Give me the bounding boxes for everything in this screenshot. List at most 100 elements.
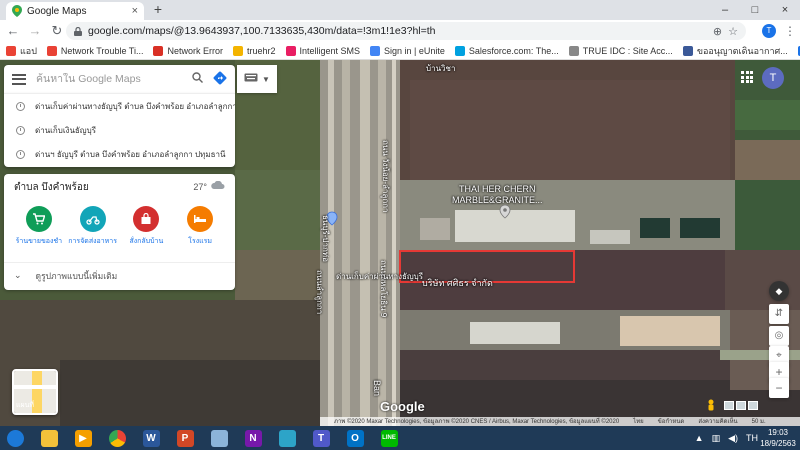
globe-icon[interactable]: ◎ — [769, 326, 789, 346]
bookmark-item[interactable]: truehr2 — [232, 45, 276, 56]
taskbar-app-onenote[interactable]: N — [238, 427, 268, 449]
suggestion-item[interactable]: ด่านฯ ธัญบุรี ตำบล บึงคำพร้อย อำเภอลำลูก… — [4, 142, 235, 166]
media-icon: ▶ — [74, 429, 92, 447]
see-more-button[interactable]: ⌄ ดูรูปภาพแบบนี้เพิ่มเติม — [4, 262, 235, 288]
road-label-ban: Ban — [372, 380, 382, 397]
temperature: 27° — [193, 182, 207, 192]
place-label-thai-her-chern[interactable]: THAI HER CHERN MARBLE&GRANITE... — [452, 184, 543, 206]
history-clock-icon — [16, 149, 25, 159]
suggestion-text: ด่านฯ ธัญบุรี ตำบล บึงคำพร้อย อำเภอลำลูก… — [35, 149, 226, 159]
menu-kebab-icon[interactable]: ⋮ — [784, 22, 796, 40]
taskbar-app-start[interactable] — [0, 427, 30, 449]
map-layers-button[interactable]: ▼ — [237, 65, 277, 93]
google-apps-icon[interactable] — [741, 71, 753, 83]
taskbar-app-teams[interactable]: T — [306, 427, 336, 449]
road-label-top: บ้านวิชา — [426, 64, 456, 73]
compass-icon[interactable]: ◆ — [769, 281, 789, 301]
search-input[interactable] — [36, 73, 182, 85]
bookmark-item[interactable]: Sign in | eUnite — [370, 45, 445, 56]
category-takeout[interactable]: สั่งกลับบ้าน — [122, 206, 170, 262]
category-hotel[interactable]: โรงแรม — [176, 206, 224, 262]
bookmark-label: ขออนุญาตเดินอากาศ... — [696, 45, 788, 56]
cloud-icon — [211, 180, 225, 193]
profile-avatar[interactable]: T — [762, 22, 776, 40]
highlighted-plot-label[interactable]: บริษัท ศศิธร จำกัด — [422, 276, 493, 290]
search-suggestions: ด่านเก็บค่าผ่านทางธัญบุรี ตำบล บึงคำพร้อ… — [4, 93, 235, 167]
bookmark-favicon-icon — [46, 45, 57, 56]
category-label: สั่งกลับบ้าน — [129, 238, 164, 245]
suggestion-item[interactable]: ด่านเก็บค่าผ่านทางธัญบุรี ตำบล บึงคำพร้อ… — [4, 94, 235, 118]
volume-icon[interactable]: ◀) — [728, 433, 738, 444]
close-window-button[interactable]: × — [770, 0, 800, 20]
taskbar-app-line[interactable]: LINE — [374, 427, 404, 449]
bookmark-item[interactable]: Network Trouble Ti... — [46, 45, 143, 56]
minimize-button[interactable]: – — [710, 0, 740, 20]
clock-date: 18/9/2563 — [760, 439, 796, 448]
area-info-card: ตำบล บึงคำพร้อย 27° ร้านขายของชำ การจัดส… — [4, 174, 235, 290]
tab-title: Google Maps — [27, 5, 87, 17]
bookmark-star-icon[interactable]: ☆ — [728, 25, 738, 38]
taskbar-clock[interactable]: 19:03 18/9/2563 — [760, 427, 796, 449]
taskbar-app-media[interactable]: ▶ — [68, 427, 98, 449]
bookmark-item[interactable]: ขออนุญาตเดินอากาศ... — [682, 44, 788, 58]
taskbar-app-explorer[interactable] — [34, 427, 64, 449]
taskbar-app-powerpoint[interactable]: P — [170, 427, 200, 449]
address-bar[interactable]: google.com/maps/@13.9643937,100.7133635,… — [66, 22, 746, 40]
location-icon[interactable]: ⊕ — [713, 25, 722, 38]
new-tab-button[interactable]: + — [150, 2, 166, 18]
taskbar-app-chrome[interactable] — [102, 427, 132, 449]
bookmark-item[interactable]: แอป — [6, 44, 37, 58]
suggestion-text: ด่านเก็บเงินธัญบุรี — [35, 125, 96, 135]
account-avatar[interactable]: T — [762, 67, 784, 89]
tollgate-label[interactable]: ด่านเก็บค่าผ่านทางธัญบุรี — [336, 270, 423, 283]
network-icon — [278, 429, 296, 447]
bookmark-item[interactable]: TRUE IDC : Site Acc... — [568, 45, 673, 56]
system-tray: ▲ ▥ ◀) TH — [695, 428, 758, 448]
tilt-icon[interactable]: ⇵ — [769, 304, 789, 324]
pegman-icon[interactable] — [706, 399, 716, 413]
apps-grid-icon — [6, 45, 16, 56]
tab-google-maps[interactable]: Google Maps × — [6, 2, 144, 20]
taskbar-app-paint[interactable] — [204, 427, 234, 449]
directions-icon[interactable] — [213, 71, 227, 88]
maximize-button[interactable]: □ — [740, 0, 770, 20]
cart-icon — [25, 206, 52, 232]
input-language[interactable]: TH — [746, 433, 758, 443]
imagery-thumbnails[interactable] — [724, 401, 758, 410]
explorer-icon — [40, 429, 58, 447]
network-icon[interactable]: ▥ — [712, 433, 721, 444]
word-icon: W — [142, 429, 160, 447]
maps-search-box — [4, 65, 235, 93]
suggestion-item[interactable]: ด่านเก็บเงินธัญบุรี — [4, 118, 235, 142]
taskbar-app-network[interactable] — [272, 427, 302, 449]
forward-arrow-icon[interactable]: → — [26, 22, 44, 40]
taskbar-app-word[interactable]: W — [136, 427, 166, 449]
category-grocery[interactable]: ร้านขายของชำ — [15, 206, 63, 262]
reload-icon[interactable]: ↻ — [48, 22, 66, 40]
bookmarks-bar: แอป Network Trouble Ti... Network Error tru… — [0, 42, 800, 60]
bookmark-favicon-icon — [454, 45, 465, 56]
category-food-delivery[interactable]: การจัดส่งอาหาร — [68, 206, 117, 262]
outlook-icon: O — [346, 429, 364, 447]
start-icon — [6, 429, 24, 447]
bookmark-label: Intelligent SMS — [299, 45, 361, 56]
bookmark-item[interactable]: Network Error — [153, 45, 223, 56]
zoom-out-button[interactable]: − — [769, 378, 789, 398]
chrome-icon — [108, 429, 126, 447]
bookmark-item[interactable]: Salesforce.com: The... — [454, 45, 559, 56]
bookmark-label: Network Error — [167, 45, 223, 56]
bookmark-favicon-icon — [370, 45, 381, 56]
tab-close-icon[interactable]: × — [132, 5, 138, 17]
bookmark-item[interactable]: Intelligent SMS — [285, 45, 361, 56]
search-icon[interactable] — [192, 72, 203, 86]
map-type-toggle[interactable]: แผนที่ — [12, 369, 58, 415]
road-label-vertical-2: ถนนพหลโยธิน 9 — [379, 260, 388, 318]
taskbar-app-outlook[interactable]: O — [340, 427, 370, 449]
chevron-down-icon: ⌄ — [14, 270, 22, 280]
hamburger-menu-icon[interactable] — [12, 73, 26, 85]
maps-pin-icon — [12, 5, 22, 17]
bookmark-favicon-icon — [682, 45, 693, 56]
tray-arrow-icon[interactable]: ▲ — [695, 433, 704, 443]
back-arrow-icon[interactable]: ← — [4, 22, 22, 40]
bag-icon — [133, 206, 160, 232]
